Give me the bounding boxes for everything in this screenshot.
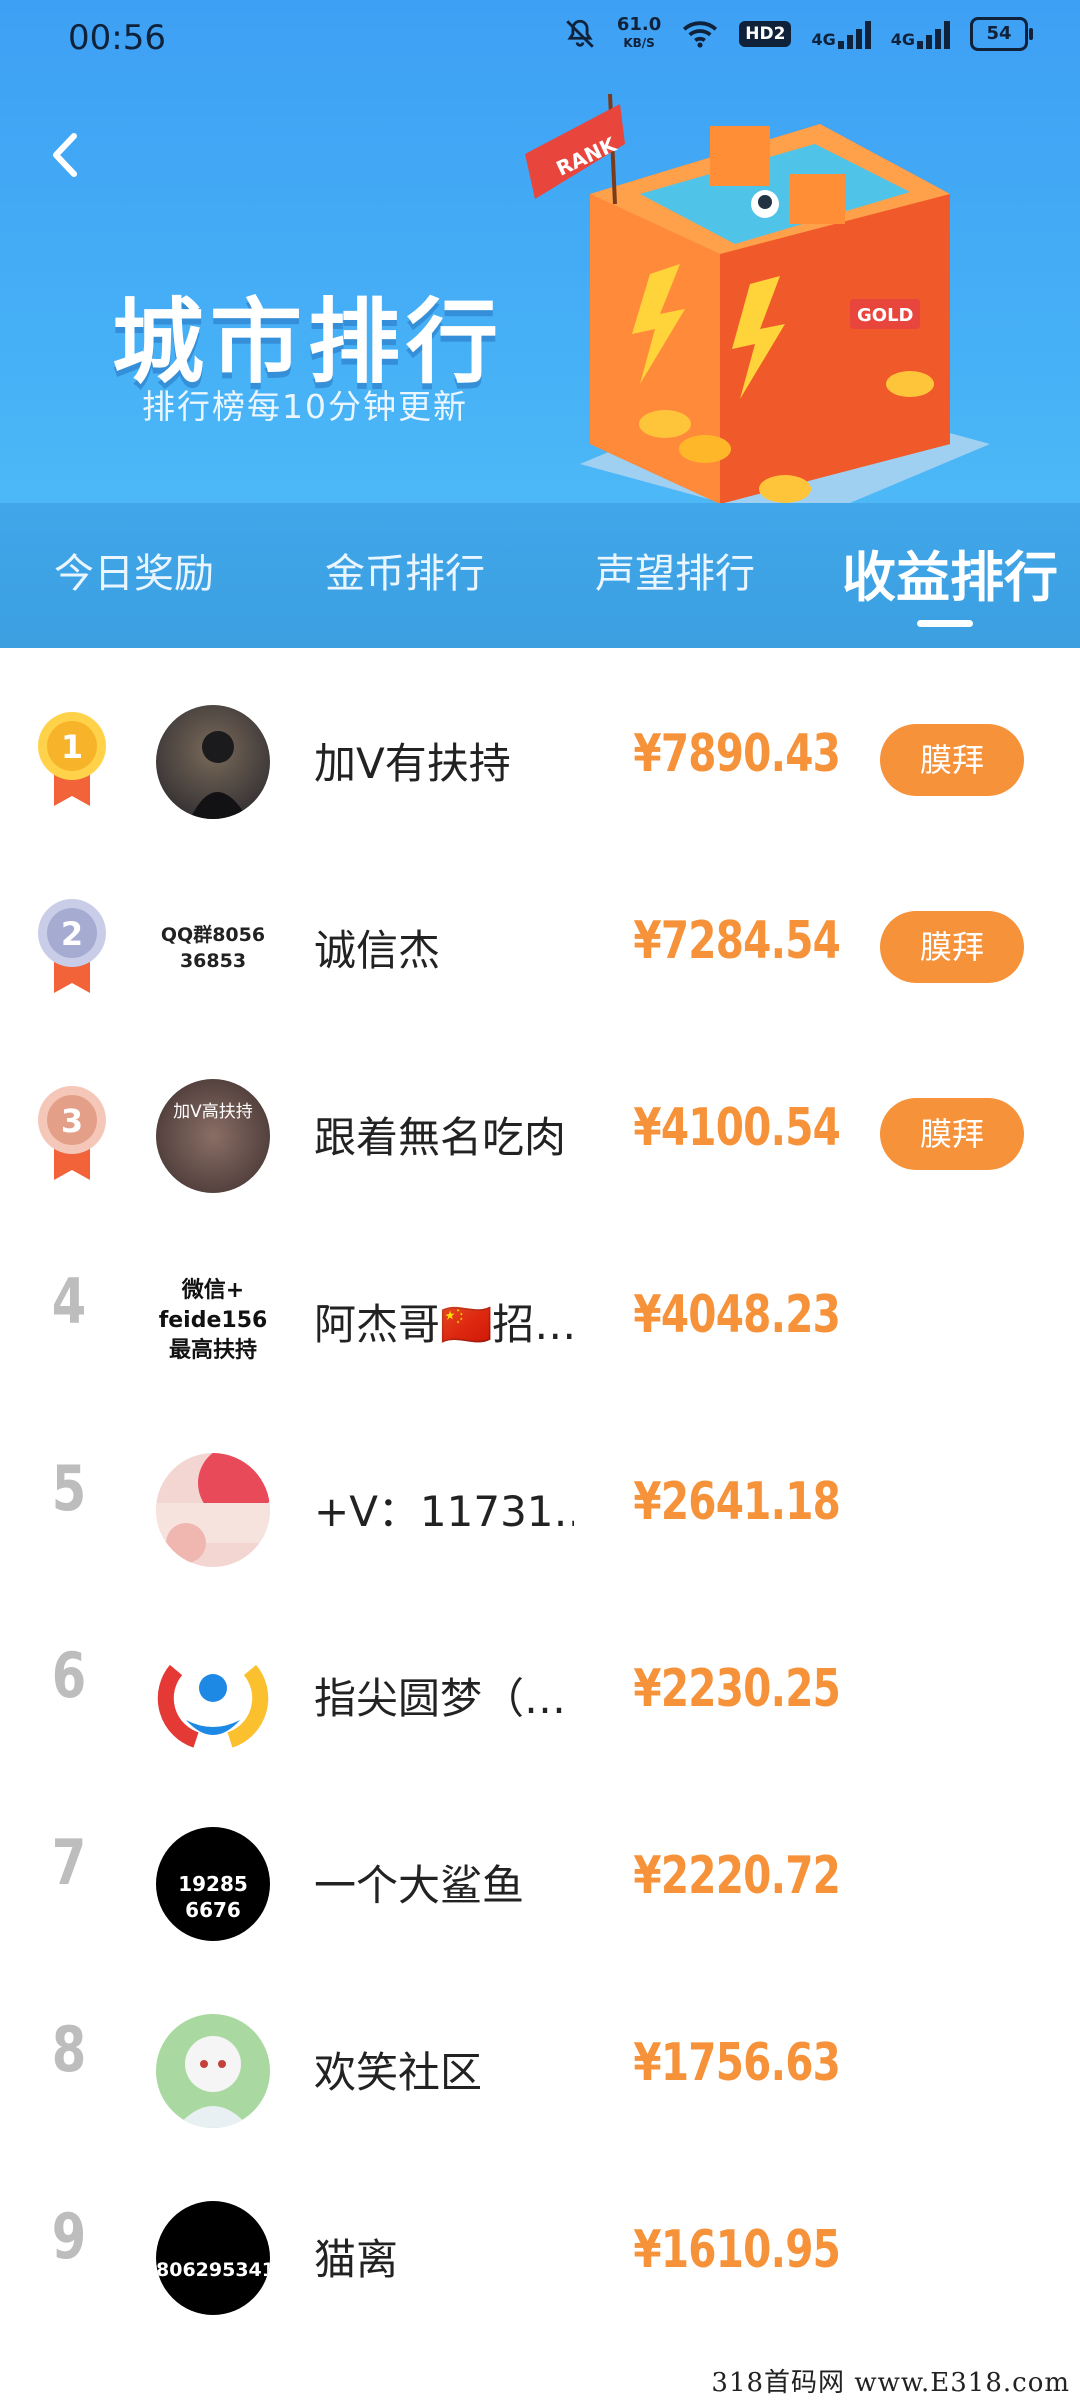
avatar[interactable] <box>156 1640 270 1754</box>
earnings-amount: ¥1756.63 <box>633 2033 841 2093</box>
signal-2: 4G <box>891 19 950 49</box>
avatar[interactable] <box>156 1453 270 1567</box>
net-speed-unit: KB/S <box>623 36 655 50</box>
list-item: 9 806295341 猫离 ¥1610.95 <box>0 2144 1080 2331</box>
worship-button[interactable]: 膜拜 <box>880 724 1024 796</box>
earnings-amount: ¥4048.23 <box>633 1285 841 1345</box>
list-item: 3 加V高扶持 跟着無名吃肉 ¥4100.54 膜拜 <box>0 1022 1080 1209</box>
avatar[interactable]: 加V高扶持 <box>156 1079 270 1193</box>
tab-today-reward[interactable]: 今日奖励 <box>54 541 214 599</box>
list-item: 7 19285 6676 一个大鲨鱼 ¥2220.72 <box>0 1770 1080 1957</box>
signal-bars-icon <box>917 19 950 49</box>
rank-number: 6 <box>51 1639 87 1712</box>
page-header: 00:56 61.0 KB/S HD2 4G 4G 54 城市排行 排行榜每10… <box>0 0 1080 648</box>
user-name: 指尖圆梦（… <box>314 1674 567 1723</box>
avatar[interactable]: 806295341 <box>156 2201 270 2315</box>
rank-number: 4 <box>51 1265 87 1338</box>
rank-number: 8 <box>51 2013 87 2086</box>
rank-number: 9 <box>51 2200 87 2273</box>
status-bar: 00:56 61.0 KB/S HD2 4G 4G 54 <box>0 0 1080 84</box>
signal-bars-icon <box>837 19 871 49</box>
rank-number: 7 <box>51 1826 87 1899</box>
user-name: 诚信杰 <box>314 926 441 975</box>
worship-button[interactable]: 膜拜 <box>880 911 1024 983</box>
signal-1-label: 4G <box>811 30 836 49</box>
status-time: 00:56 <box>68 18 166 58</box>
bronze-medal-icon: 3 <box>38 1086 106 1180</box>
earnings-amount: ¥2220.72 <box>633 1846 841 1906</box>
rank-machine-illustration: RANK GOLD <box>525 93 990 504</box>
signal-1: 4G <box>811 19 871 49</box>
list-item: 6 指尖圆梦（… ¥2230.25 <box>0 1583 1080 1770</box>
earnings-amount: ¥7284.54 <box>633 911 841 971</box>
battery-icon: 54 <box>970 17 1033 51</box>
earnings-amount: ¥2230.25 <box>633 1659 841 1719</box>
tab-reputation-ranking[interactable]: 声望排行 <box>595 541 755 599</box>
ranking-tabs: 今日奖励 金币排行 声望排行 收益排行 <box>0 503 1080 648</box>
earnings-amount: ¥1610.95 <box>633 2220 841 2280</box>
net-speed-value: 61.0 <box>616 14 662 35</box>
net-speed: 61.0 KB/S <box>617 16 661 52</box>
worship-button[interactable]: 膜拜 <box>880 1098 1024 1170</box>
avatar[interactable] <box>156 705 270 819</box>
user-name: 阿杰哥🇨🇳招… <box>314 1300 574 1349</box>
gold-label: GOLD <box>857 305 914 326</box>
medal-rank: 2 <box>61 915 83 953</box>
signal-2-label: 4G <box>890 30 915 49</box>
user-name: 欢笑社区 <box>314 2048 483 2097</box>
user-name: 跟着無名吃肉 <box>314 1113 567 1162</box>
medal-rank: 3 <box>61 1102 83 1140</box>
user-name: 加V有扶持 <box>314 739 511 788</box>
hd-badge: HD2 <box>739 21 792 47</box>
list-item: 8 欢笑社区 ¥1756.63 <box>0 1957 1080 2144</box>
site-watermark: 318首码网 www.E318.com <box>711 2368 1070 2398</box>
rank-number: 5 <box>51 1452 87 1525</box>
active-tab-indicator <box>917 620 973 627</box>
user-name: 一个大鲨鱼 <box>314 1861 525 1910</box>
wifi-icon <box>683 21 718 48</box>
avatar[interactable] <box>156 2014 270 2128</box>
mute-bell-icon <box>566 19 594 48</box>
list-item: 5 +V：11731… ¥2641.18 <box>0 1396 1080 1583</box>
list-item: 2 QQ群8056 36853 诚信杰 ¥7284.54 膜拜 <box>0 835 1080 1022</box>
avatar[interactable]: 19285 6676 <box>156 1827 270 1941</box>
list-item: 1 加V有扶持 ¥7890.43 膜拜 <box>0 648 1080 835</box>
status-icons: 61.0 KB/S HD2 4G 4G 54 <box>563 16 1033 52</box>
gold-medal-icon: 1 <box>38 712 106 806</box>
back-arrow-icon[interactable] <box>34 120 104 190</box>
avatar[interactable]: QQ群8056 36853 <box>156 892 270 1006</box>
silver-medal-icon: 2 <box>38 899 106 993</box>
earnings-amount: ¥4100.54 <box>633 1098 841 1158</box>
earnings-amount: ¥2641.18 <box>633 1472 841 1532</box>
list-item: 4 微信+ feide156 最高扶持 阿杰哥🇨🇳招… ¥4048.23 <box>0 1209 1080 1396</box>
user-name: 猫离 <box>314 2235 399 2284</box>
user-name: +V：11731… <box>314 1487 574 1536</box>
earnings-amount: ¥7890.43 <box>633 724 841 784</box>
medal-rank: 1 <box>61 728 83 766</box>
page-subtitle: 排行榜每10分钟更新 <box>142 387 468 426</box>
tab-earnings-ranking[interactable]: 收益排行 <box>842 533 1058 612</box>
avatar[interactable]: 微信+ feide156 最高扶持 <box>156 1266 270 1380</box>
tab-coin-ranking[interactable]: 金币排行 <box>325 541 485 599</box>
